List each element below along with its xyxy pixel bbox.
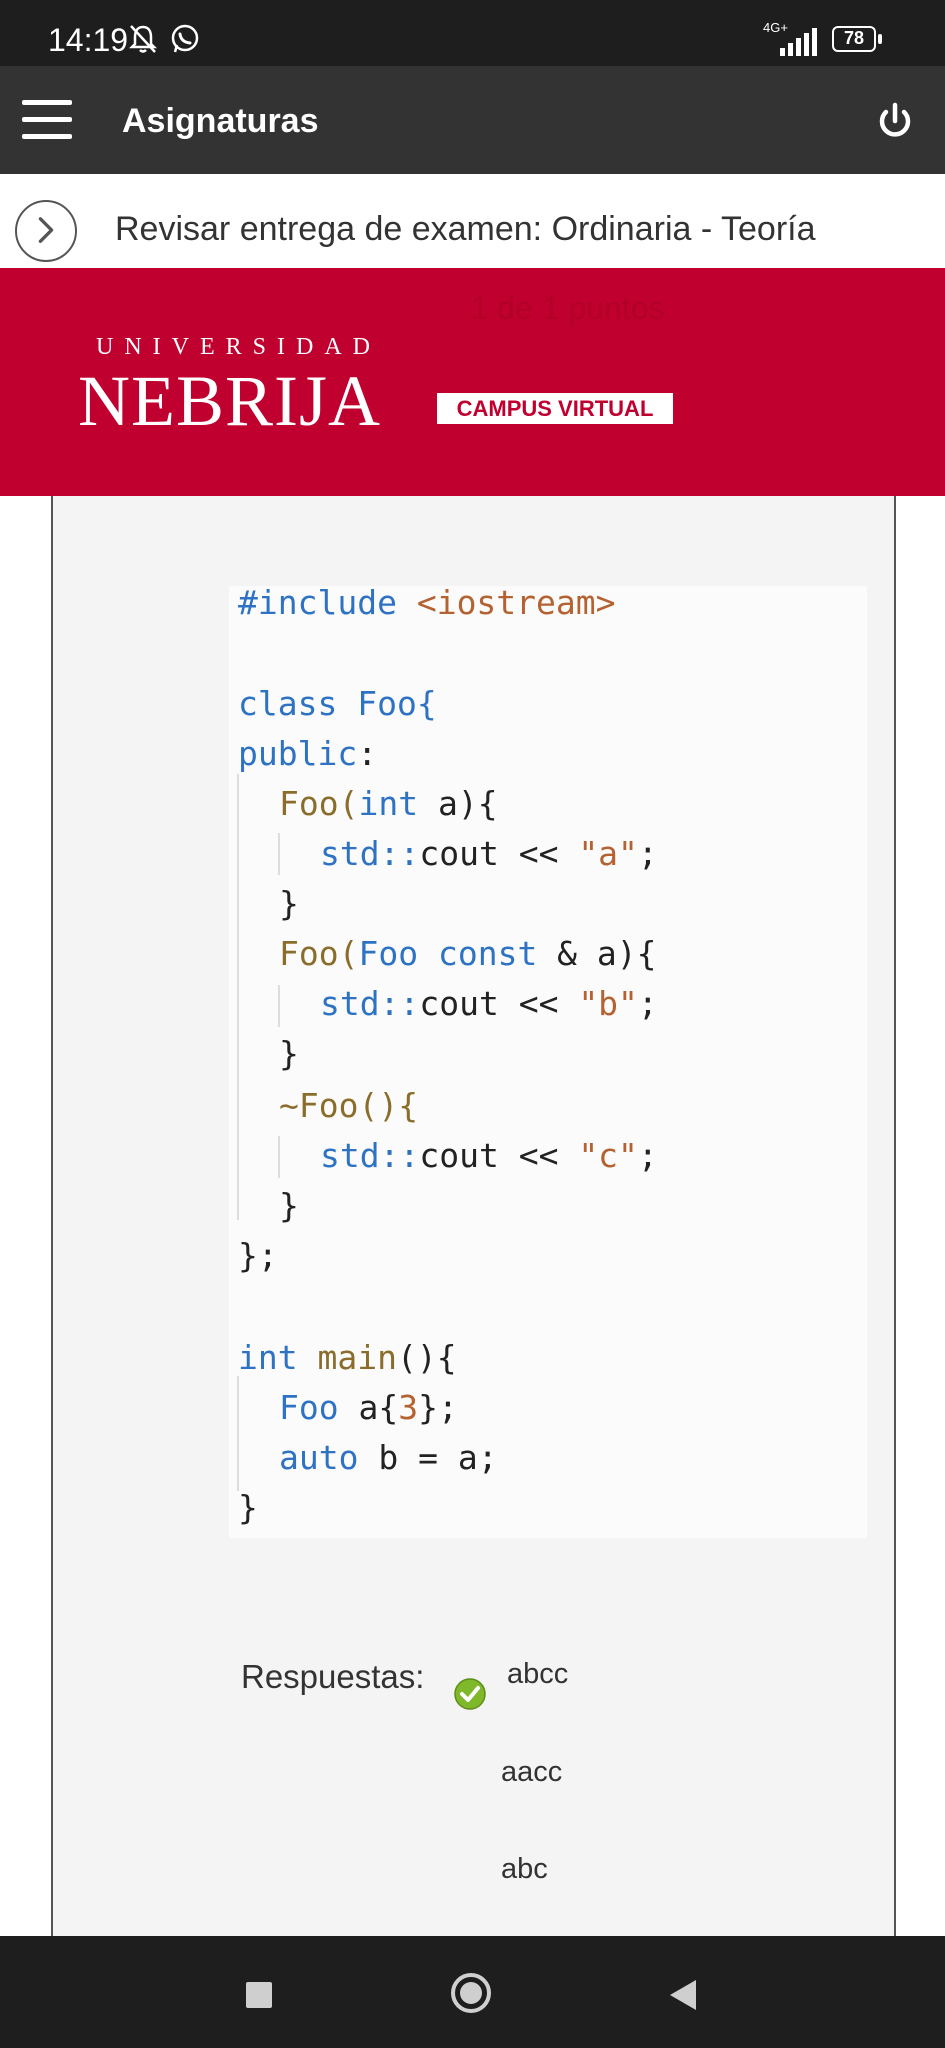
code-foo-type: Foo: [279, 1388, 339, 1427]
code-class-kw: class: [238, 684, 338, 723]
code-semicolon: ;: [637, 834, 658, 873]
code-class-name: Foo{: [357, 684, 437, 723]
code-main-kw: int: [238, 1338, 298, 1377]
code-auto-kw: auto: [279, 1438, 359, 1477]
code-ctor2-rest: & a){: [537, 934, 657, 973]
code-str-b: "b": [578, 984, 638, 1023]
menu-icon-bar: [22, 117, 72, 122]
campus-virtual-badge: CAMPUS VIRTUAL: [437, 393, 673, 424]
code-ctor1-name: Foo(: [279, 784, 359, 823]
bell-off-icon: [128, 25, 158, 53]
code-line: class Foo{: [238, 684, 437, 728]
code-foo-decl: a{: [338, 1388, 399, 1427]
code-main-name: main: [317, 1338, 397, 1377]
indent-guide: [278, 1136, 280, 1178]
code-public-colon: :: [357, 734, 378, 773]
code-include-hdr: <iostream>: [416, 583, 616, 622]
battery-icon: 78: [832, 26, 886, 56]
logo-university: UNIVERSIDAD: [96, 334, 381, 360]
code-cout-op: <<: [498, 984, 579, 1023]
code-foo-num: 3: [398, 1388, 419, 1427]
code-line: std::cout << "c";: [320, 1136, 658, 1180]
status-bar: 14:19 4G+ 78: [0, 0, 945, 66]
code-cout-name: cout: [419, 984, 499, 1023]
code-line: auto b = a;: [279, 1438, 498, 1482]
power-icon[interactable]: [874, 100, 916, 142]
code-close-brace: }: [279, 1186, 299, 1225]
code-str-c: "c": [578, 1136, 638, 1175]
code-foo-end: };: [418, 1388, 458, 1427]
answer-option: abc: [501, 1853, 548, 1885]
app-bar: Asignaturas: [0, 66, 945, 174]
code-line: Foo a{3};: [279, 1388, 458, 1432]
back-triangle-icon[interactable]: [668, 1978, 698, 2012]
menu-icon: [22, 100, 72, 105]
points-label: 1 de 1 puntos: [470, 290, 665, 326]
code-line: }: [279, 1186, 299, 1230]
code-line: Foo(Foo const & a){: [279, 934, 657, 978]
code-class-end: };: [238, 1236, 278, 1275]
code-line: }: [279, 1034, 299, 1078]
indent-guide: [237, 1376, 239, 1491]
code-line: int main(){: [238, 1338, 457, 1382]
code-semicolon: ;: [637, 1136, 658, 1175]
chevron-right-icon[interactable]: [15, 200, 77, 262]
whatsapp-icon: [171, 24, 199, 53]
code-cout-name: cout: [419, 834, 499, 873]
code-line: std::cout << "a";: [320, 834, 658, 878]
battery-level: 78: [843, 28, 865, 48]
code-cout-op: <<: [498, 834, 579, 873]
code-ctor2-const: const: [437, 934, 538, 973]
code-semicolon: ;: [637, 984, 658, 1023]
indent-guide: [278, 833, 280, 875]
code-line: }: [279, 884, 299, 928]
code-ctor1-kw: int: [358, 784, 419, 823]
home-circle-icon[interactable]: [450, 1972, 492, 2014]
breadcrumb-title: Revisar entrega de examen: Ordinaria - T…: [115, 210, 816, 248]
code-cout-ns: std::: [320, 984, 420, 1023]
code-cout-op: <<: [498, 1136, 579, 1175]
code-ctor2-name: Foo(: [279, 934, 359, 973]
code-line: };: [238, 1236, 278, 1280]
code-cout-ns: std::: [320, 1136, 420, 1175]
signal-icon: [780, 28, 817, 56]
code-line: Foo(int a){: [279, 784, 498, 828]
code-main-rest: (){: [396, 1338, 457, 1377]
code-public-kw: public: [238, 734, 358, 773]
status-time: 14:19: [48, 22, 129, 58]
square-icon[interactable]: [246, 1982, 272, 2008]
code-auto-rest: b = a;: [358, 1438, 498, 1477]
menu-icon-bar: [22, 134, 72, 139]
menu-button[interactable]: [22, 100, 72, 140]
indent-guide: [237, 774, 239, 1220]
code-include-kw: #include: [238, 583, 397, 622]
answer-option: aacc: [501, 1756, 563, 1788]
code-cout-name: cout: [419, 1136, 499, 1175]
code-line: #include <iostream>: [238, 583, 616, 627]
code-str-a: "a": [578, 834, 638, 873]
logo-nebrija: NEBRIJA: [78, 361, 382, 441]
code-close-brace: }: [279, 884, 299, 923]
check-circle-icon: [454, 1678, 486, 1710]
indent-guide: [278, 985, 280, 1027]
code-ctor1-rest: a){: [418, 784, 498, 823]
code-ctor2-type: Foo: [358, 934, 419, 973]
answer-option: abcc: [507, 1658, 569, 1690]
code-line: ~Foo(){: [279, 1086, 418, 1130]
answers-label: Respuestas:: [241, 1658, 425, 1695]
code-cout-ns: std::: [320, 834, 420, 873]
app-title: Asignaturas: [122, 102, 319, 140]
code-dtor: ~Foo(){: [279, 1086, 419, 1125]
code-close-brace: }: [279, 1034, 299, 1073]
code-line: }: [238, 1488, 258, 1532]
code-line: std::cout << "b";: [320, 984, 658, 1028]
code-main-end: }: [238, 1488, 258, 1527]
code-line: public:: [238, 734, 377, 778]
